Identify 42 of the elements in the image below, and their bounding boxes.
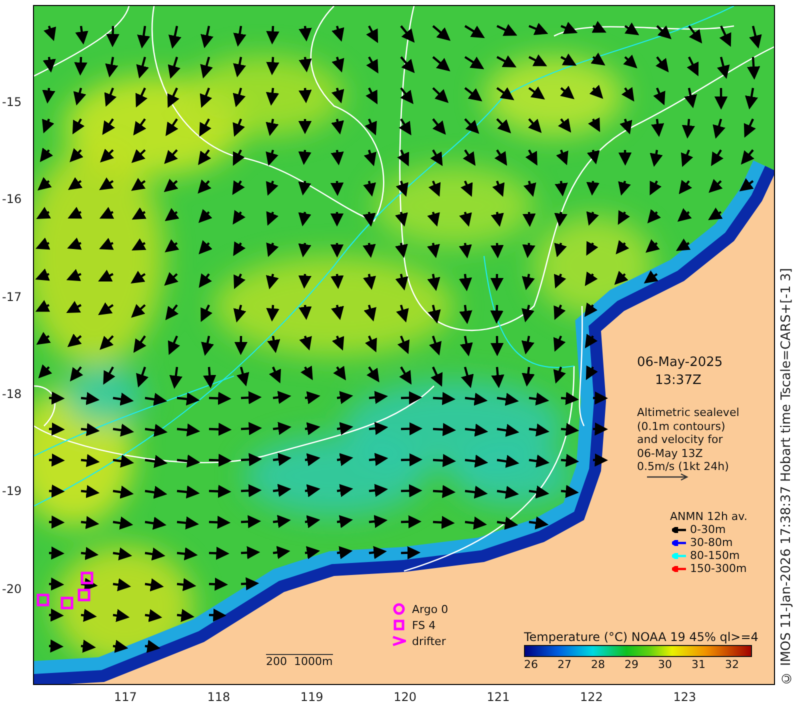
- colorbar-tick-label: 30: [658, 659, 672, 670]
- axis-label: 119: [300, 691, 324, 703]
- axis-label: -18: [2, 388, 22, 400]
- square-marker: [80, 572, 94, 584]
- square-marker: [36, 594, 50, 606]
- legend-title: ANMN 12h av.: [670, 511, 748, 523]
- axis-label: 118: [207, 691, 230, 703]
- axis-label: 120: [394, 691, 416, 703]
- square-marker: [60, 596, 74, 610]
- time-text: 13:37Z: [655, 374, 702, 387]
- velocity-scale-arrow-icon: [647, 473, 689, 481]
- legend-label: 30-80m: [690, 537, 733, 549]
- square-marker: [78, 588, 90, 602]
- colorbar-tick-label: 29: [624, 659, 638, 670]
- legend-label: 0-30m: [690, 524, 726, 536]
- colorbar-tick-label: 31: [692, 659, 706, 670]
- colorbar-tick-label: 28: [591, 659, 605, 670]
- colorbar-title: Temperature (°C) NOAA 19 45% ql>=4: [524, 631, 758, 643]
- axis-label: 121: [486, 691, 510, 703]
- credit-text: © IMOS 11-Jan-2026 17:38:37 Hobart time Tscale=CARS+[-1 3]: [778, 268, 795, 685]
- axis-label: 117: [114, 691, 137, 703]
- legend-label: Argo 0: [412, 604, 448, 614]
- colorbar-tick-label: 27: [558, 659, 572, 670]
- description-text: Altimetric sealevel (0.1m contours) and velocity for 06-May 13Z 0.5m/s (1kt 24h): [637, 406, 740, 474]
- legend-label: FS 4: [412, 620, 436, 630]
- circle-marker-icon: [392, 603, 406, 615]
- colorbar-tick-label: 32: [725, 659, 739, 670]
- axis-label: 123: [673, 691, 696, 703]
- axis-label: -19: [2, 485, 22, 498]
- scale-bar-label: 200 1000m: [266, 654, 333, 667]
- legend-label: drifter: [412, 636, 446, 646]
- axis-label: -17: [2, 290, 22, 303]
- chevron-marker-icon: [392, 635, 406, 647]
- axis-label: -20: [2, 582, 22, 594]
- colorbar-tick-label: 26: [524, 659, 538, 670]
- square-marker-icon: [392, 619, 406, 631]
- axis-label: -15: [2, 96, 22, 108]
- legend-label: 150-300m: [690, 563, 747, 575]
- axis-label: 122: [580, 691, 603, 703]
- date-text: 06-May-2025: [637, 356, 723, 369]
- axis-label: -16: [2, 193, 22, 206]
- legend-label: 80-150m: [690, 550, 740, 562]
